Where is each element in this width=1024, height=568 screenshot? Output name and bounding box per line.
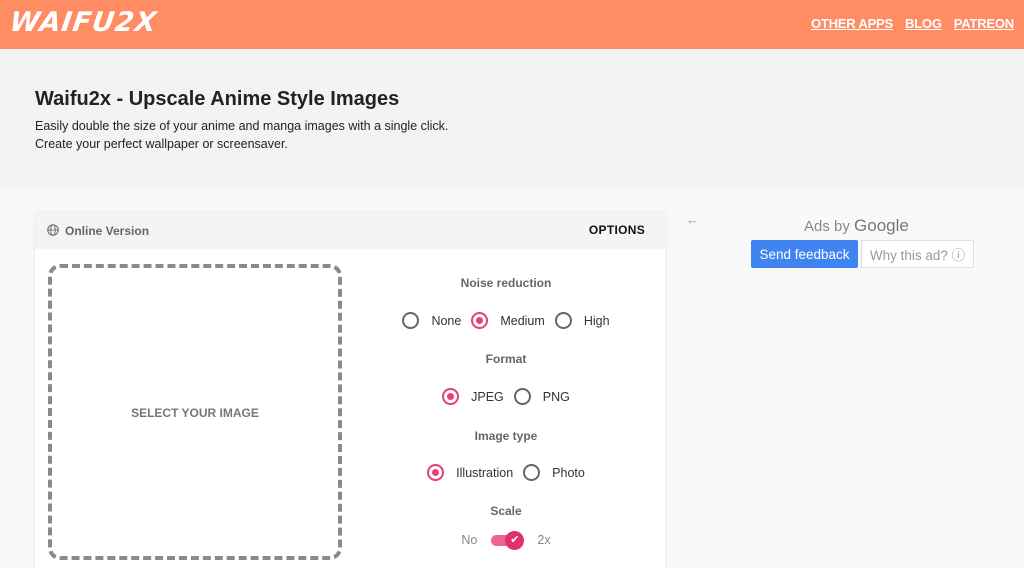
nav-blog[interactable]: BLOG: [905, 16, 942, 31]
top-bar: WAIFU2X OTHER APPS BLOG PATREON: [0, 0, 1024, 49]
scale-control: No ✔ 2x: [375, 531, 637, 550]
card-header: Online Version OPTIONS: [35, 212, 665, 249]
radio-label: PNG: [542, 389, 570, 404]
nav-patreon[interactable]: PATREON: [954, 16, 1014, 31]
upscale-card: Online Version OPTIONS SELECT YOUR IMAGE…: [35, 212, 665, 568]
noise-high-radio[interactable]: High: [554, 312, 610, 329]
page-subtitle: Easily double the size of your anime and…: [35, 117, 448, 153]
radio-dot[interactable]: [427, 464, 445, 481]
type-photo-radio[interactable]: Photo: [523, 464, 585, 481]
format-label: Format: [485, 352, 527, 366]
radio-label: Medium: [500, 313, 545, 328]
hero: Waifu2x - Upscale Anime Style Images Eas…: [0, 49, 1024, 188]
format-jpeg-radio[interactable]: JPEG: [442, 388, 504, 405]
image-dropzone[interactable]: SELECT YOUR IMAGE: [48, 264, 342, 560]
google-label: Google: [854, 216, 909, 235]
ad-back-arrow-icon[interactable]: ←: [686, 212, 699, 227]
scale-toggle[interactable]: ✔: [491, 531, 525, 550]
select-image-label: SELECT YOUR IMAGE: [131, 406, 259, 420]
subtitle-line-2: Create your perfect wallpaper or screens…: [35, 137, 288, 151]
radio-label: JPEG: [471, 389, 504, 404]
scale-off-label: No: [461, 533, 478, 547]
noise-options: None Medium High: [375, 312, 637, 329]
format-png-radio[interactable]: PNG: [513, 388, 570, 405]
scale-on-label: 2x: [537, 533, 551, 547]
radio-dot[interactable]: [442, 388, 460, 405]
card-title: Online Version: [65, 224, 150, 238]
radio-label: High: [583, 313, 610, 328]
ads-by-google: Ads by Google: [804, 216, 909, 236]
image-type-options: Illustration Photo: [375, 464, 637, 481]
radio-dot[interactable]: [471, 312, 489, 329]
check-icon: ✔: [505, 531, 525, 550]
page-title: Waifu2x - Upscale Anime Style Images: [35, 88, 400, 110]
why-this-ad-button[interactable]: Why this ad? ⓘ: [861, 240, 974, 268]
options-label: OPTIONS: [588, 223, 645, 237]
nav-other-apps[interactable]: OTHER APPS: [811, 16, 893, 31]
type-illustration-radio[interactable]: Illustration: [427, 464, 513, 481]
noise-label: Noise reduction: [460, 276, 552, 290]
top-nav: OTHER APPS BLOG PATREON: [811, 16, 1014, 31]
image-type-label: Image type: [474, 429, 538, 443]
radio-label: None: [431, 313, 462, 328]
globe-icon: [47, 224, 59, 236]
radio-dot[interactable]: [554, 312, 572, 329]
logo[interactable]: WAIFU2X: [8, 7, 159, 38]
noise-medium-radio[interactable]: Medium: [471, 312, 545, 329]
radio-label: Photo: [552, 465, 585, 480]
subtitle-line-1: Easily double the size of your anime and…: [35, 119, 449, 133]
ads-by-label: Ads by: [804, 218, 850, 235]
scale-label: Scale: [490, 504, 522, 518]
radio-dot[interactable]: [523, 464, 541, 481]
radio-dot[interactable]: [513, 388, 531, 405]
radio-dot[interactable]: [402, 312, 420, 329]
radio-label: Illustration: [456, 465, 514, 480]
noise-none-radio[interactable]: None: [402, 312, 461, 329]
format-options: JPEG PNG: [375, 388, 637, 405]
send-feedback-button[interactable]: Send feedback: [751, 240, 858, 268]
